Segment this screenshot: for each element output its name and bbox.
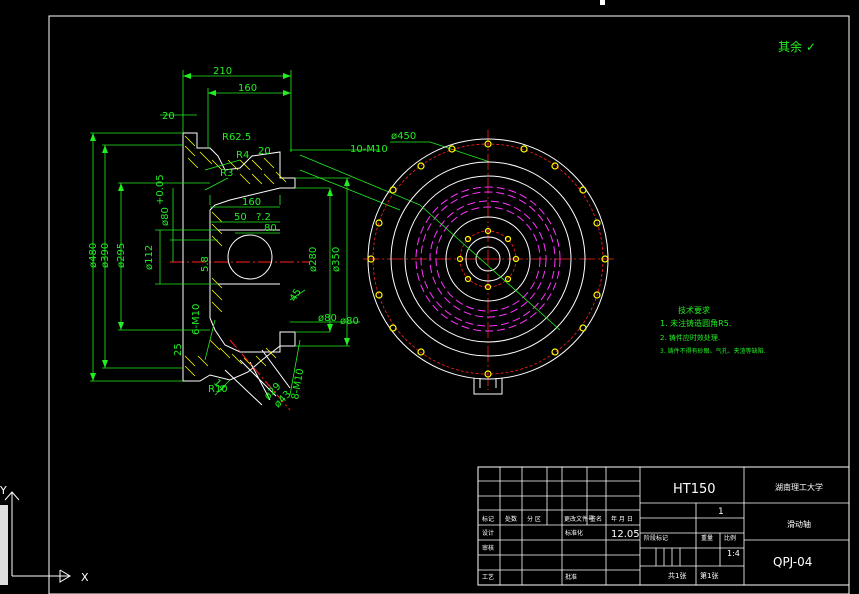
- dim-r625: R62.5: [222, 132, 251, 143]
- title-drawing-no: QPJ-04: [773, 555, 812, 569]
- dim-8m10: 8-M10: [290, 368, 306, 401]
- dim-d80a: ø80: [160, 207, 171, 226]
- left-label-std: 标准化: [565, 529, 583, 537]
- dim-d450: ø450: [391, 131, 416, 142]
- right-label-stage: 阶段标记: [644, 534, 668, 542]
- dim-w80: 80: [264, 223, 277, 234]
- ucs-icon: Y X: [0, 484, 89, 585]
- dim-d390: ø390: [100, 243, 111, 268]
- row-label-mark: 标记: [482, 515, 494, 523]
- dim-w210: 210: [213, 66, 232, 77]
- dim-6m10: 6-M10: [191, 304, 202, 335]
- dim-w72: ?.2: [256, 212, 271, 223]
- title-block: HT150 湖南理工大学 滑动轴 QPJ-04 1 1:4 12.05 共1张 …: [477, 466, 850, 586]
- dim-w50: 50: [234, 212, 247, 223]
- title-scale: 1:4: [727, 549, 740, 558]
- row-label-count: 处数: [505, 515, 517, 523]
- dim-d480: ø480: [88, 243, 99, 268]
- left-label-design: 设计: [482, 529, 494, 537]
- tech-req-title: 技术要求: [678, 305, 710, 315]
- dim-r5: 5.8: [200, 256, 211, 272]
- ucs-y-label: Y: [0, 484, 7, 497]
- tech-req-item-3: 3. 铸件不得有砂眼、气孔、夹渣等缺陷.: [660, 347, 766, 355]
- row-label-sign: 签名: [590, 515, 602, 523]
- title-sheets-total: 共1张: [668, 571, 686, 580]
- dim-d80note: ø80: [340, 316, 359, 327]
- surface-finish-mark: 其余 ✓: [778, 39, 816, 54]
- dim-d350: ø350: [331, 247, 342, 272]
- title-sheet-no: 第1张: [700, 571, 718, 580]
- dim-r10: R10: [208, 384, 228, 395]
- dim-w160a: 160: [238, 83, 257, 94]
- frame-corner-mark: [600, 0, 605, 5]
- dim-a45: 45: [288, 287, 304, 304]
- dim-d280: ø280: [308, 247, 319, 272]
- row-label-date: 年 月 日: [611, 515, 633, 523]
- title-qty: 1: [718, 507, 724, 517]
- leader-6m10: [204, 319, 216, 361]
- dim-r3: R3: [220, 168, 233, 179]
- tech-requirements: 技术要求 1. 未注铸造圆角R5. 2. 铸件应时效处理. 3. 铸件不得有砂眼…: [660, 305, 766, 355]
- right-label-scale: 比例: [724, 534, 736, 542]
- title-school: 湖南理工大学: [775, 482, 823, 492]
- left-label-check: 审核: [482, 544, 494, 552]
- dim-holes1: 10-M10: [350, 144, 388, 155]
- dim-d112: ø112: [144, 245, 155, 270]
- dim-h25: 25: [173, 343, 184, 356]
- tech-req-item-1: 1. 未注铸造圆角R5.: [660, 318, 731, 328]
- left-label-process: 工艺: [482, 573, 494, 581]
- tech-req-item-2: 2. 铸件应时效处理.: [660, 333, 720, 342]
- row-label-zone: 分 区: [527, 515, 541, 523]
- front-view: [363, 130, 614, 395]
- dim-w160b: 160: [242, 197, 261, 208]
- title-material: HT150: [673, 482, 716, 497]
- leader-d450: [390, 141, 491, 163]
- right-label-weight: 重量: [701, 534, 713, 542]
- title-part-name: 滑动轴: [787, 519, 811, 529]
- drawing-frame: [48, 15, 850, 594]
- dim-d80b: ø80: [318, 313, 337, 324]
- dim-w20: 20: [162, 111, 175, 122]
- dim-d80tol: +0.05: [155, 174, 166, 205]
- dim-d295: ø295: [116, 243, 127, 268]
- dim-h20: 20: [258, 146, 271, 157]
- cad-drawing[interactable]: 其余 ✓ ø480 ø390 ø295 ø112 ø80 +0.05 ø280 …: [0, 0, 859, 594]
- section-bore: [227, 234, 273, 280]
- hatch-bottom: [184, 339, 277, 377]
- dim-r4: R4: [236, 150, 249, 161]
- left-label-approve: 批准: [565, 573, 577, 581]
- ucs-x-label: X: [81, 571, 89, 584]
- title-date: 12.05: [611, 529, 640, 540]
